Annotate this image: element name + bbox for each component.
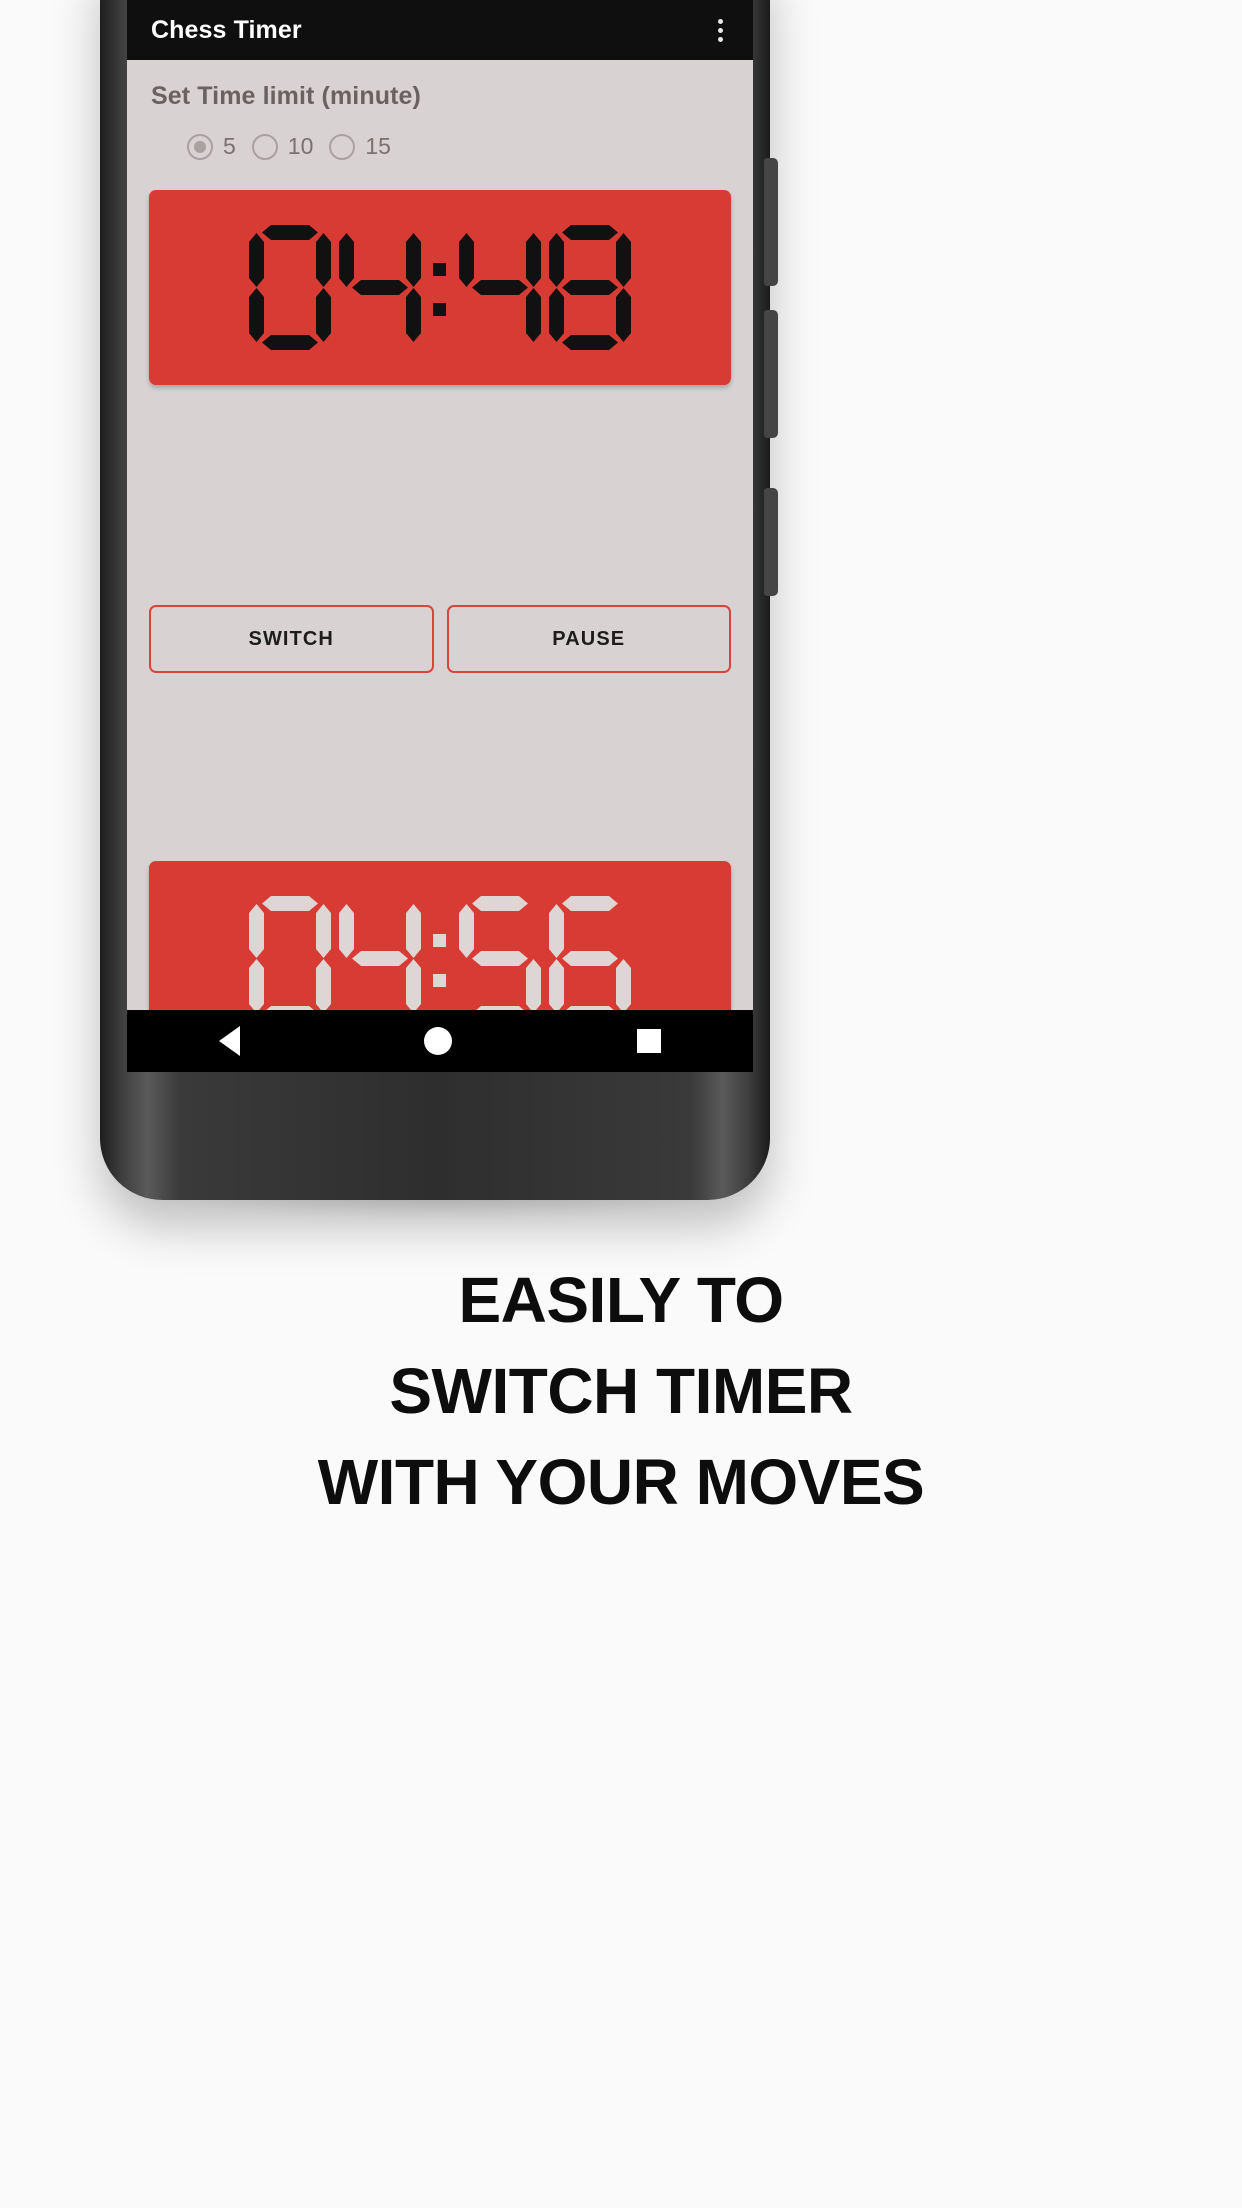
radio-label-10: 10: [287, 133, 314, 159]
app-title: Chess Timer: [151, 15, 302, 44]
pause-button[interactable]: PAUSE: [446, 605, 731, 673]
radio-selected-icon: [187, 133, 213, 160]
seg-b: [526, 233, 541, 287]
phone-screen: Chess Timer Set Time limit (minute) 5 10: [127, 0, 753, 1072]
seg-g: [562, 951, 618, 966]
more-vertical-icon[interactable]: [705, 10, 735, 50]
seg-g: [352, 280, 408, 295]
dot: [717, 27, 723, 33]
recents-square-icon[interactable]: [636, 1029, 661, 1053]
seg-f: [459, 233, 474, 287]
seg-c: [316, 959, 331, 1013]
seg-digit: [459, 896, 541, 1021]
app-content: Set Time limit (minute) 5 10 15 SWITCH P…: [127, 60, 753, 1072]
volume-up-button[interactable]: [764, 158, 778, 286]
player-one-timer-panel[interactable]: [149, 190, 731, 385]
seg-c: [316, 288, 331, 342]
time-limit-radio-group: 5 10 15: [127, 111, 753, 160]
time-limit-label: Set Time limit (minute): [151, 82, 421, 110]
home-circle-icon[interactable]: [424, 1027, 453, 1055]
seg-d: [562, 335, 618, 350]
seg-g: [352, 951, 408, 966]
seg-f: [249, 233, 264, 287]
power-button[interactable]: [764, 488, 778, 596]
seg-digit: [339, 896, 421, 1021]
seg-b: [316, 233, 331, 287]
seg-f: [549, 904, 564, 958]
seg-colon-dot: [433, 263, 446, 276]
seg-digit: [459, 225, 541, 350]
seg-e: [249, 959, 264, 1013]
seg-digit: [549, 225, 631, 350]
seg-colon: [427, 225, 453, 350]
radio-unselected-icon: [251, 133, 278, 160]
dot: [717, 18, 723, 24]
player-two-time-display: [245, 896, 635, 1021]
seg-digit: [249, 225, 331, 350]
caption-line-2: SWITCH TIMER: [389, 1354, 853, 1427]
promo-caption: EASILY TO SWITCH TIMER WITH YOUR MOVES: [0, 1255, 1242, 1528]
seg-c: [526, 959, 541, 1013]
seg-f: [249, 904, 264, 958]
seg-c: [616, 288, 631, 342]
switch-button[interactable]: SWITCH: [149, 605, 434, 673]
seg-colon: [427, 896, 453, 1021]
seg-digit: [249, 896, 331, 1021]
seg-e: [549, 288, 564, 342]
dot: [717, 36, 723, 42]
seg-a: [472, 896, 528, 911]
seg-c: [526, 288, 541, 342]
seg-c: [616, 959, 631, 1013]
seg-a: [262, 225, 318, 240]
seg-d: [262, 335, 318, 350]
seg-f: [459, 904, 474, 958]
radio-unselected-icon: [329, 133, 356, 160]
radio-label-5: 5: [223, 133, 236, 159]
back-triangle-icon[interactable]: [219, 1026, 241, 1056]
caption-line-1: EASILY TO: [458, 1264, 784, 1336]
seg-g: [562, 280, 618, 295]
seg-g: [472, 951, 528, 966]
promo-screenshot: Chess Timer Set Time limit (minute) 5 10: [0, 0, 1242, 2208]
seg-a: [262, 896, 318, 911]
seg-f: [339, 233, 354, 287]
seg-b: [406, 233, 421, 287]
seg-digit: [549, 896, 631, 1021]
seg-g: [472, 280, 528, 295]
radio-option-10[interactable]: 10: [251, 133, 314, 160]
seg-colon-dot: [433, 303, 446, 316]
caption-line-3: WITH YOUR MOVES: [317, 1445, 925, 1518]
seg-e: [549, 959, 564, 1013]
seg-digit: [339, 225, 421, 350]
seg-e: [249, 288, 264, 342]
radio-label-15: 15: [365, 133, 391, 159]
seg-b: [616, 233, 631, 287]
seg-colon-dot: [433, 934, 446, 947]
android-navigation-bar: [127, 1010, 753, 1072]
seg-a: [562, 896, 618, 911]
seg-colon-dot: [433, 974, 446, 987]
radio-option-15[interactable]: 15: [329, 133, 391, 160]
seg-b: [406, 904, 421, 958]
volume-down-button[interactable]: [764, 310, 778, 438]
player-one-time-display: [245, 225, 635, 350]
seg-c: [406, 959, 421, 1013]
seg-f: [549, 233, 564, 287]
control-button-row: SWITCH PAUSE: [127, 605, 753, 673]
seg-c: [406, 288, 421, 342]
app-bar: Chess Timer: [127, 0, 753, 60]
radio-option-5[interactable]: 5: [187, 133, 236, 160]
seg-f: [339, 904, 354, 958]
seg-b: [316, 904, 331, 958]
seg-a: [562, 225, 618, 240]
